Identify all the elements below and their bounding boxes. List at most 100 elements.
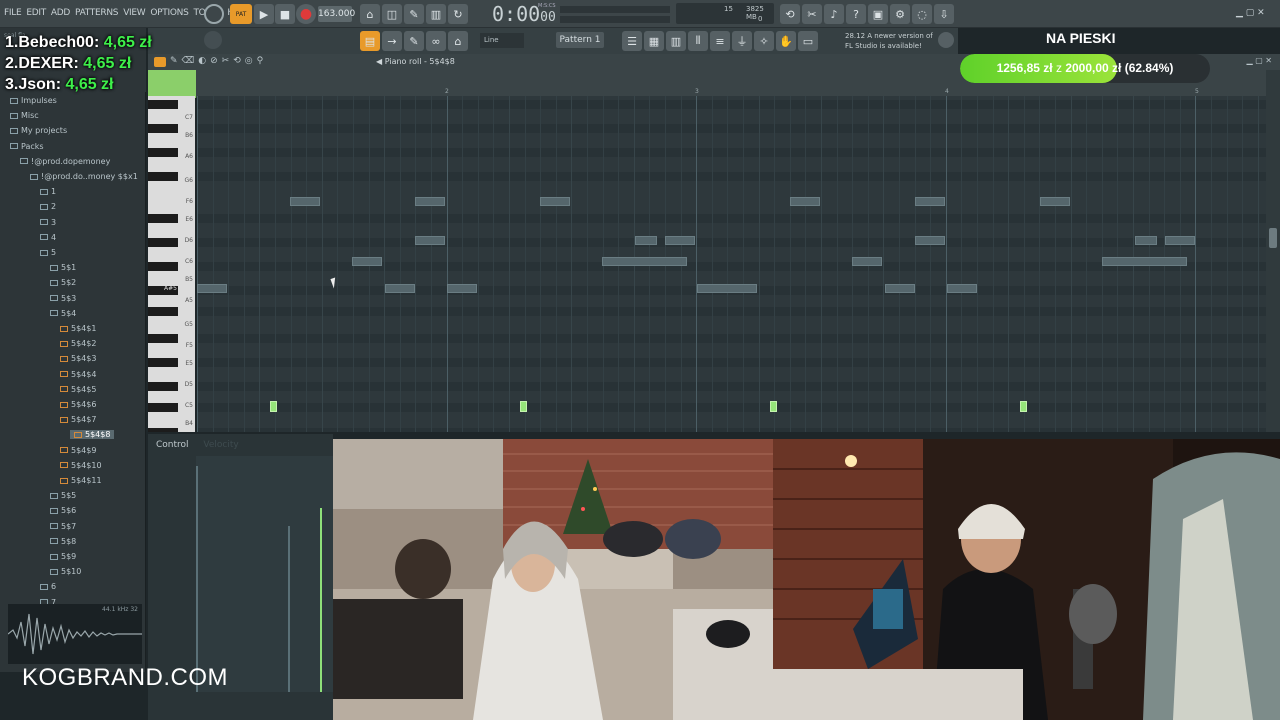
mixer-view-button[interactable]: ⫴ (688, 31, 708, 51)
browser-item[interactable]: Packs (10, 142, 44, 151)
note[interactable] (197, 284, 227, 293)
browser-item[interactable]: 5$2 (50, 278, 76, 287)
tempo-display[interactable]: 163.000 (318, 6, 355, 22)
browser-item[interactable]: 5$7 (50, 522, 76, 531)
active-note[interactable] (270, 401, 277, 412)
browser-button[interactable]: ≡ (710, 31, 730, 51)
stop-button[interactable]: ■ (275, 4, 295, 24)
browser-item[interactable]: 4 (40, 233, 56, 242)
browser-item[interactable]: 5$4$8 (70, 430, 115, 440)
browser-item[interactable]: !@prod.do..money $$x1 (30, 172, 138, 181)
black-key[interactable] (148, 403, 178, 412)
snap-select[interactable]: Line (480, 33, 524, 48)
touch-keyboard-button[interactable]: ✋ (776, 31, 796, 51)
mixer-button[interactable]: ☰ (622, 31, 642, 51)
velocity-bar[interactable] (320, 508, 322, 692)
control-label[interactable]: Control Velocity (156, 440, 239, 450)
note[interactable] (634, 236, 657, 245)
browser-item[interactable]: 5$4$6 (60, 400, 96, 409)
note[interactable] (289, 197, 320, 206)
browser-item[interactable]: 5$4$3 (60, 354, 96, 363)
browser-item[interactable]: 5$10 (50, 567, 81, 576)
master-knob[interactable] (204, 31, 222, 49)
link-button[interactable]: ∞ (426, 31, 446, 51)
menu-item[interactable]: PATTERNS (75, 8, 118, 18)
note[interactable] (1134, 236, 1157, 245)
browser-item[interactable]: 5$3 (50, 294, 76, 303)
note[interactable] (697, 284, 757, 293)
metronome-button[interactable]: ⌂ (360, 4, 380, 24)
chat-button[interactable]: ◌ (912, 4, 932, 24)
step-edit-button[interactable]: ▥ (426, 4, 446, 24)
cut-button[interactable]: ✂ (802, 4, 822, 24)
black-key[interactable] (148, 124, 178, 133)
note[interactable] (602, 257, 687, 266)
scroll-thumb[interactable] (1269, 228, 1277, 248)
browser-item[interactable]: 5$5 (50, 491, 76, 500)
piano-roll-tools[interactable]: ✎⌫◐⊘✂⟲◎⚲ (170, 56, 267, 66)
browser-item[interactable]: 5$4$4 (60, 370, 96, 379)
piano-roll-window-controls[interactable]: ▁ ▢ ✕ (1247, 56, 1273, 65)
browser-item[interactable]: My projects (10, 126, 67, 135)
black-key[interactable] (148, 307, 178, 316)
velocity-lane[interactable] (196, 456, 333, 692)
black-key[interactable] (148, 148, 178, 157)
menu-item[interactable]: VIEW (123, 8, 146, 18)
menu-item[interactable]: EDIT (26, 8, 46, 18)
note[interactable] (447, 284, 477, 293)
note[interactable] (852, 257, 882, 266)
browser-item[interactable]: 5$4 (50, 309, 76, 318)
browser-item[interactable]: 5$4$9 (60, 446, 96, 455)
piano-roll-toggle[interactable]: ▤ (360, 31, 380, 51)
browser-item[interactable]: 5$4$10 (60, 461, 102, 470)
black-key[interactable] (148, 238, 178, 247)
download-button[interactable]: ⇩ (934, 4, 954, 24)
note[interactable] (664, 236, 695, 245)
black-key[interactable] (148, 214, 178, 223)
save-button[interactable]: ▣ (868, 4, 888, 24)
note-grid[interactable] (197, 96, 1266, 432)
note[interactable] (1039, 197, 1070, 206)
browser-item[interactable]: 5$1 (50, 263, 76, 272)
store-button[interactable]: ▭ (798, 31, 818, 51)
black-key[interactable] (148, 172, 178, 181)
browser-item[interactable]: 5 (40, 248, 56, 257)
note[interactable] (914, 197, 945, 206)
plugin-picker-button[interactable]: ⏚ (732, 31, 752, 51)
browser-item[interactable]: 5$6 (50, 506, 76, 515)
browser-item[interactable]: 5$4$2 (60, 339, 96, 348)
pattern-selector[interactable]: Pattern 1 (556, 32, 604, 48)
browser-item[interactable]: 2 (40, 202, 56, 211)
browser-item[interactable]: 3 (40, 218, 56, 227)
browser-item[interactable]: 1 (40, 187, 56, 196)
browser-item[interactable]: Misc (10, 111, 39, 120)
piano-roll-menu-button[interactable] (154, 57, 166, 67)
stamp-button[interactable]: ⌂ (448, 31, 468, 51)
mic-button[interactable]: ♪ (824, 4, 844, 24)
brush-button[interactable]: ✎ (404, 31, 424, 51)
play-button[interactable]: ▶ (254, 4, 274, 24)
note[interactable] (914, 236, 945, 245)
undo-button[interactable]: ⟲ (780, 4, 800, 24)
note[interactable] (414, 236, 445, 245)
note[interactable] (384, 284, 415, 293)
note[interactable] (414, 197, 445, 206)
note[interactable] (789, 197, 820, 206)
note[interactable] (947, 284, 977, 293)
piano-roll-button[interactable]: ▥ (666, 31, 686, 51)
browser-item[interactable]: 6 (40, 582, 56, 591)
piano-keyboard[interactable]: C7 B6 A#6 A6 G6 F6 E6 D6 C6 B5 A#5 A5 G5 F5 E5 D5 C5 B4 (148, 96, 195, 432)
tempo-tapper-button[interactable]: ✧ (754, 31, 774, 51)
news-panel[interactable]: 28.12 A newer version of FL Studio is ava… (845, 31, 933, 51)
note[interactable] (1164, 236, 1195, 245)
wait-record-button[interactable]: ◫ (382, 4, 402, 24)
browser-item[interactable]: 5$4$7 (60, 415, 96, 424)
black-key[interactable] (148, 334, 178, 343)
browser-item[interactable]: 5$4$5 (60, 385, 96, 394)
menu-item[interactable]: OPTIONS (150, 8, 188, 18)
browser-item[interactable]: !@prod.dopemoney (20, 157, 110, 166)
channel-rack-button[interactable]: ▦ (644, 31, 664, 51)
menu-item[interactable]: FILE (4, 8, 22, 18)
master-volume-slider[interactable] (560, 6, 670, 13)
vertical-scrollbar[interactable] (1266, 70, 1280, 432)
